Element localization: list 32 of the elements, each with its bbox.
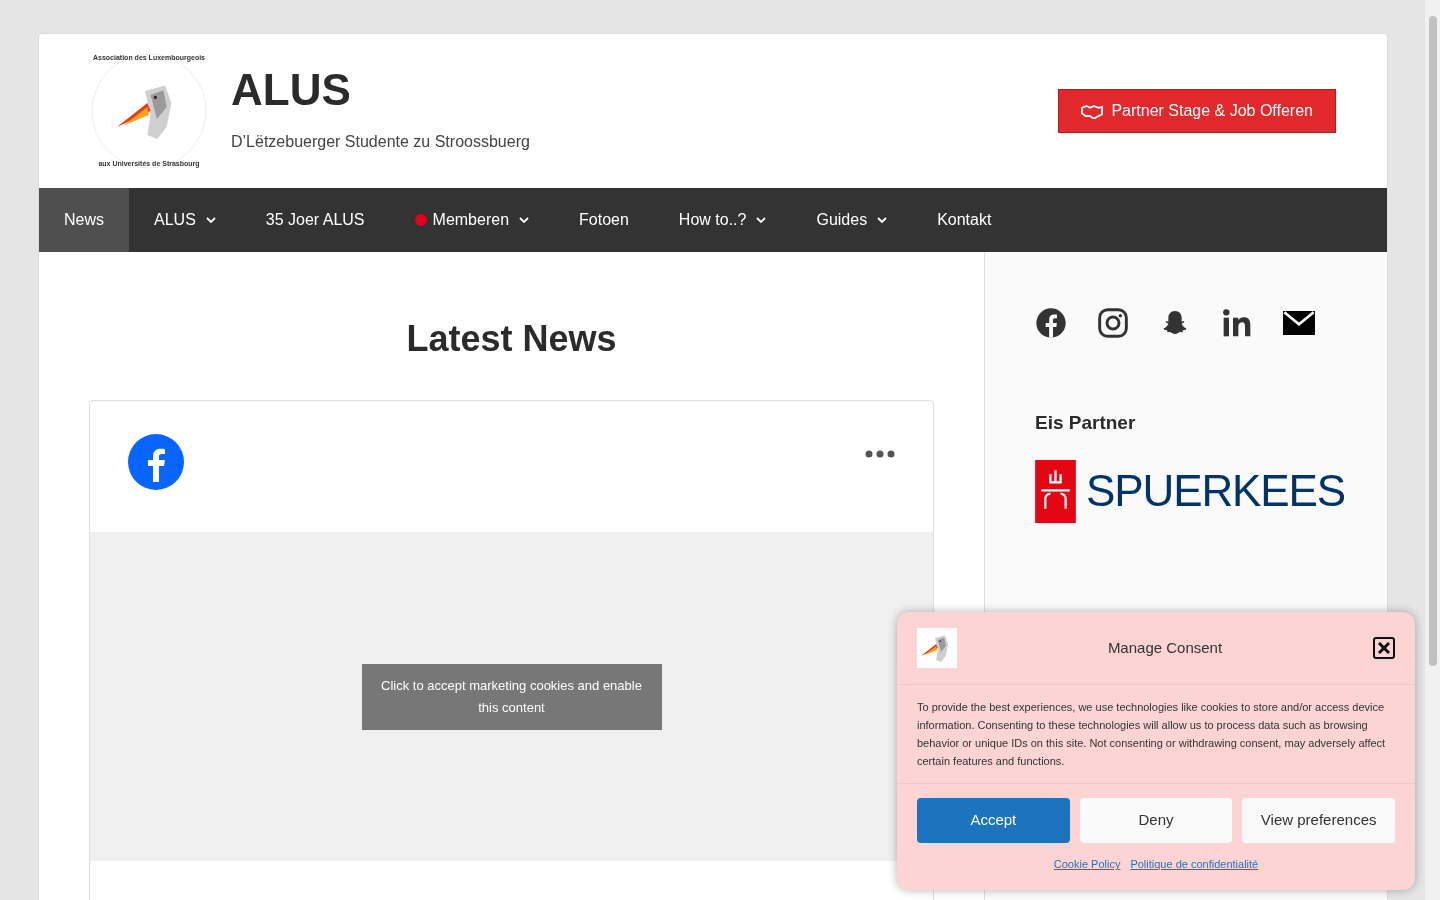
menu-item[interactable]: Memberen [389, 188, 555, 252]
notice-text: Click to accept marketing cookies and enable this content [380, 676, 643, 717]
facebook-icon[interactable] [1035, 307, 1067, 339]
menu-item[interactable]: How to..? [653, 188, 792, 252]
more-options-icon[interactable] [865, 450, 895, 458]
dialog-title: Manage Consent [1106, 637, 1224, 658]
menu-item[interactable]: Guides [791, 188, 913, 252]
menu-item[interactable]: 35 Joer ALUS [240, 188, 390, 252]
instagram-icon[interactable] [1097, 307, 1129, 339]
page-heading: Latest News [406, 317, 617, 361]
partner-heading: Eis Partner [1035, 411, 1137, 435]
close-icon[interactable] [1373, 637, 1395, 659]
consent-button[interactable]: Accept [917, 798, 1070, 843]
site-title[interactable]: ALUS [231, 68, 530, 112]
linkedin-icon[interactable] [1221, 307, 1253, 339]
mail-icon[interactable] [1283, 311, 1315, 335]
scrollbar-thumb[interactable] [1428, 16, 1437, 666]
policy-link[interactable]: Politique de confidentialité [1130, 856, 1259, 873]
menu-item[interactable]: News [39, 188, 129, 252]
site-logo-icon [917, 628, 957, 668]
menu-item[interactable]: ALUS [129, 188, 241, 252]
bank-logo-text: SPUERKEES [1086, 469, 1346, 513]
bank-emblem-icon [1035, 459, 1076, 523]
site-tagline: D’Lëtzebuerger Studente zu Stroossbuerg [231, 132, 530, 152]
consent-text: To provide the best experiences, we use technologies like cookies to store and/or access device information. Consenting to these technologies will allow us to process data such as browsing behavior or unique IDs on this site. Not consenting or withdrawing consent, may adversely affect certain features and functions. [897, 685, 1415, 784]
policy-link[interactable]: Cookie Policy [1053, 856, 1121, 873]
partner-button[interactable]: Partner Stage & Job Offeren [1058, 89, 1336, 133]
menu-item[interactable]: Kontakt [912, 188, 1017, 252]
consent-button[interactable]: Deny [1079, 798, 1233, 843]
cookie-blocker-notice[interactable]: Click to accept marketing cookies and enable this content [361, 663, 662, 730]
consent-button[interactable]: View preferences [1242, 798, 1395, 843]
menu-item[interactable]: Fotoen [554, 188, 654, 252]
